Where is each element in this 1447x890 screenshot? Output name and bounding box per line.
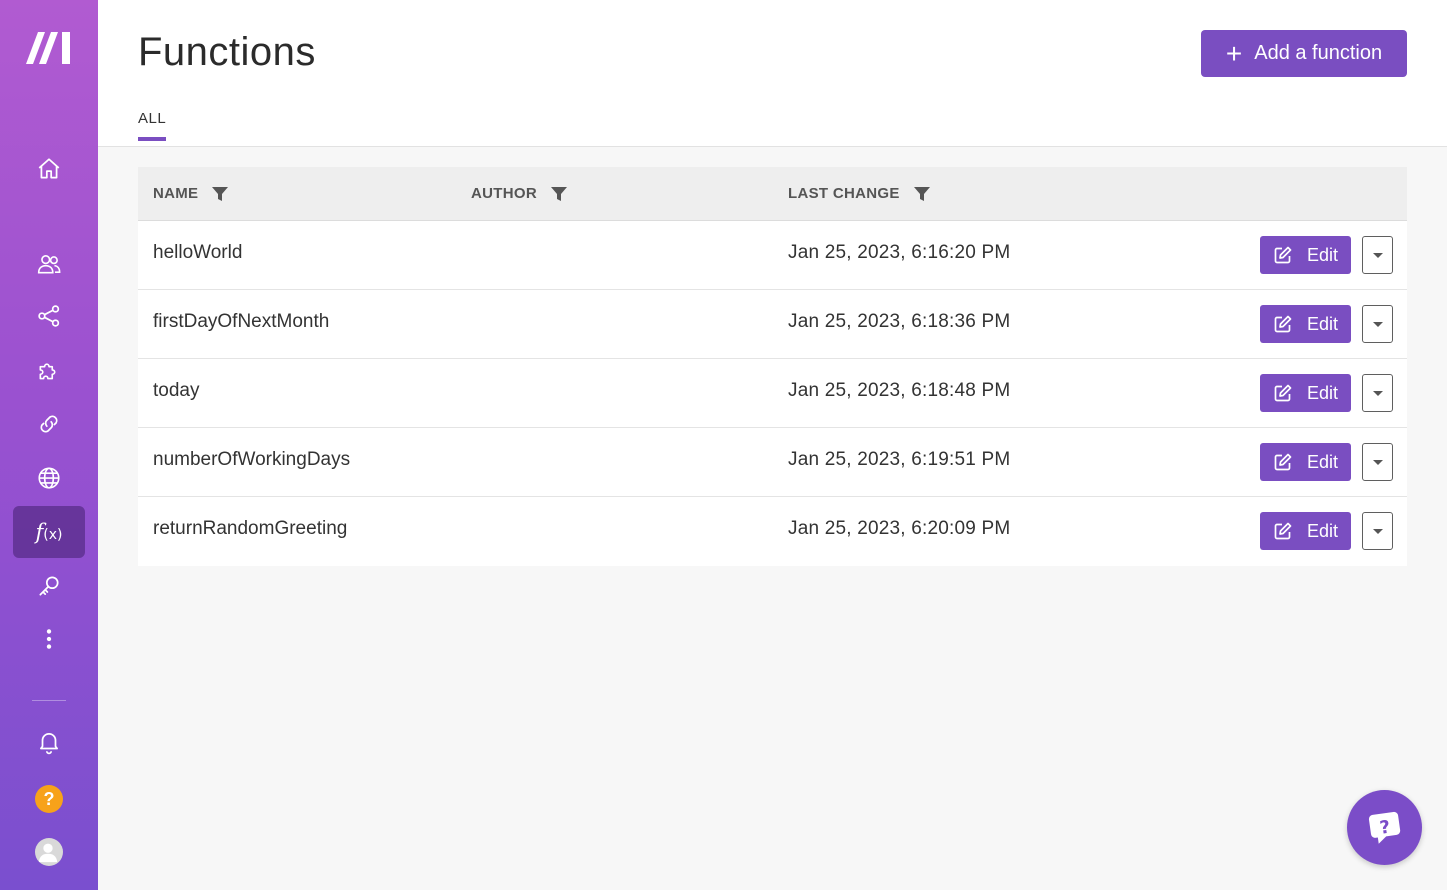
sidebar-item-home[interactable] [13, 143, 85, 195]
table-row[interactable]: returnRandomGreeting Jan 25, 2023, 6:20:… [138, 497, 1407, 566]
sidebar-divider [32, 700, 66, 701]
edit-icon [1274, 522, 1292, 540]
table-row[interactable]: numberOfWorkingDays Jan 25, 2023, 6:19:5… [138, 428, 1407, 497]
sidebar-item-functions[interactable]: f(x) [13, 506, 85, 558]
filter-icon[interactable] [212, 186, 229, 202]
last-change: Jan 25, 2023, 6:18:36 PM [788, 311, 1011, 332]
sidebar-item-notifications[interactable] [13, 716, 85, 768]
plus-icon: + [1225, 37, 1243, 69]
avatar [35, 838, 63, 866]
sidebar-item-links[interactable] [13, 398, 85, 450]
sidebar-item-webhooks[interactable] [13, 452, 85, 504]
table-row[interactable]: firstDayOfNextMonth Jan 25, 2023, 6:18:3… [138, 290, 1407, 359]
last-change: Jan 25, 2023, 6:20:09 PM [788, 518, 1011, 539]
sidebar-item-profile[interactable] [13, 826, 85, 878]
column-header-author[interactable]: AUTHOR [471, 185, 567, 202]
row-actions-dropdown[interactable] [1362, 374, 1393, 412]
caret-down-icon [1372, 321, 1383, 327]
function-name[interactable]: today [153, 380, 199, 402]
edit-icon [1274, 384, 1292, 402]
last-change: Jan 25, 2023, 6:16:20 PM [788, 242, 1011, 263]
function-name[interactable]: numberOfWorkingDays [153, 449, 350, 471]
key-icon [39, 576, 59, 596]
edit-button[interactable]: Edit [1260, 443, 1351, 481]
function-icon: f(x) [35, 520, 63, 544]
functions-table: NAME AUTHOR LAST CHANGE helloWorld Jan 2… [138, 167, 1407, 566]
share-icon [38, 305, 60, 327]
sidebar-item-connections[interactable] [13, 290, 85, 342]
caret-down-icon [1372, 390, 1383, 396]
add-function-label: Add a function [1254, 42, 1383, 64]
sidebar-item-keys[interactable] [13, 560, 85, 612]
more-icon [46, 629, 52, 649]
sidebar-item-more[interactable] [13, 613, 85, 665]
caret-down-icon [1372, 528, 1383, 534]
help-chat-button[interactable]: ? [1347, 790, 1422, 865]
row-actions-dropdown[interactable] [1362, 512, 1393, 550]
edit-button[interactable]: Edit [1260, 236, 1351, 274]
last-change: Jan 25, 2023, 6:19:51 PM [788, 449, 1011, 470]
table-row[interactable]: today Jan 25, 2023, 6:18:48 PM Edit [138, 359, 1407, 428]
table-header: NAME AUTHOR LAST CHANGE [138, 167, 1407, 221]
column-header-name[interactable]: NAME [153, 185, 229, 202]
add-function-button[interactable]: + Add a function [1201, 30, 1407, 77]
filter-icon[interactable] [550, 186, 567, 202]
tab-all[interactable]: ALL [138, 110, 167, 141]
edit-icon [1274, 453, 1292, 471]
row-actions-dropdown[interactable] [1362, 305, 1393, 343]
filter-icon[interactable] [913, 186, 930, 202]
caret-down-icon [1372, 459, 1383, 465]
edit-icon [1274, 246, 1292, 264]
function-name[interactable]: returnRandomGreeting [153, 518, 347, 540]
help-icon: ? [35, 785, 63, 813]
edit-button[interactable]: Edit [1260, 374, 1351, 412]
edit-icon [1274, 315, 1292, 333]
page-title: Functions [138, 30, 316, 74]
edit-button[interactable]: Edit [1260, 305, 1351, 343]
bell-icon [40, 733, 58, 755]
make-logo-icon[interactable] [26, 30, 72, 64]
link-icon [40, 415, 58, 433]
chat-help-icon: ? [1368, 811, 1400, 844]
sidebar-item-help[interactable]: ? [13, 773, 85, 825]
table-row[interactable]: helloWorld Jan 25, 2023, 6:16:20 PM Edit [138, 221, 1407, 290]
last-change: Jan 25, 2023, 6:18:48 PM [788, 380, 1011, 401]
edit-button[interactable]: Edit [1260, 512, 1351, 550]
row-actions-dropdown[interactable] [1362, 443, 1393, 481]
page-header: Functions + Add a function ALL [98, 0, 1447, 147]
column-header-last-change[interactable]: LAST CHANGE [788, 185, 930, 202]
function-name[interactable]: helloWorld [153, 242, 242, 264]
team-icon [37, 255, 61, 274]
row-actions-dropdown[interactable] [1362, 236, 1393, 274]
caret-down-icon [1372, 252, 1383, 258]
function-name[interactable]: firstDayOfNextMonth [153, 311, 329, 333]
home-icon [38, 158, 60, 179]
globe-icon [38, 467, 60, 489]
sidebar-item-apps[interactable] [13, 345, 85, 397]
sidebar: f(x) ? [0, 0, 98, 890]
puzzle-icon [39, 363, 56, 380]
sidebar-item-team[interactable] [13, 238, 85, 290]
